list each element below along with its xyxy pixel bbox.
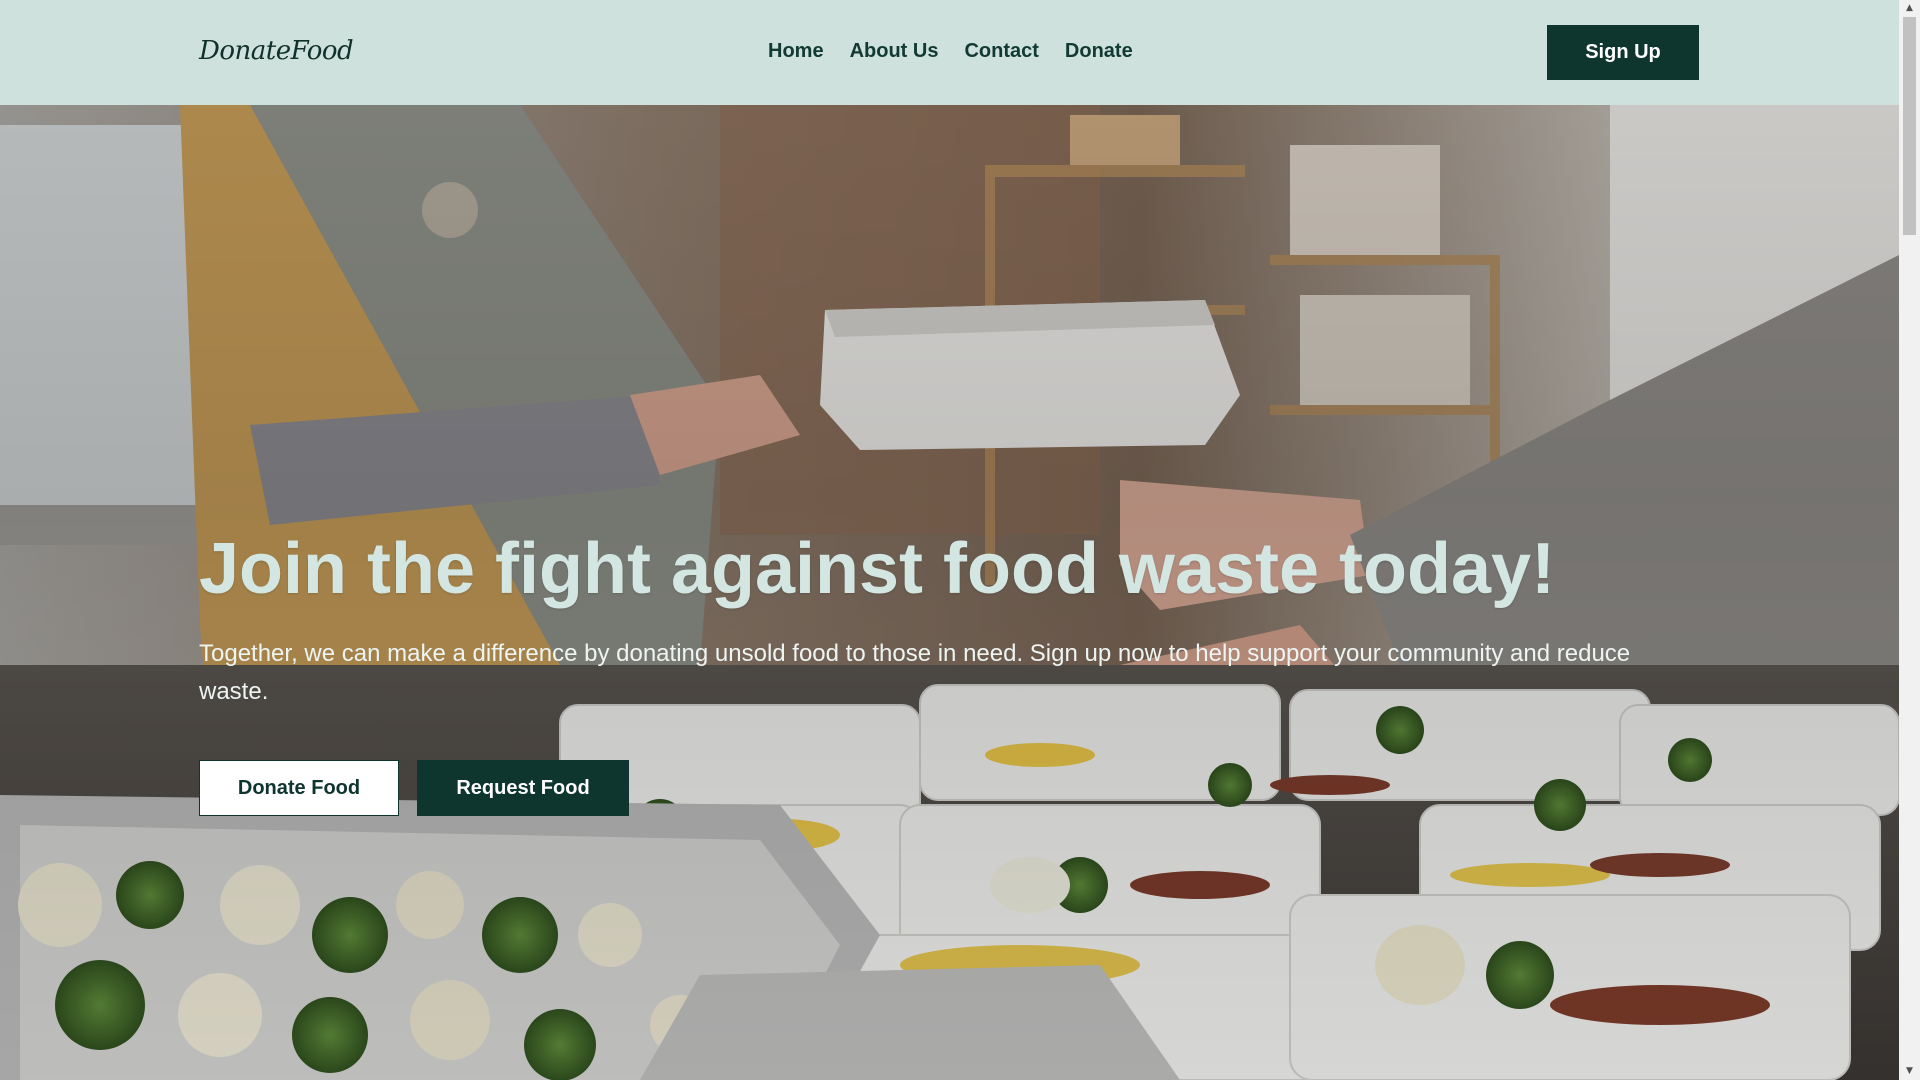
nav-link-donate[interactable]: Donate (1065, 40, 1133, 63)
vertical-scrollbar[interactable]: ▲ ▼ (1899, 0, 1920, 1080)
triangle-down-icon[interactable]: ▼ (1899, 1063, 1920, 1080)
nav-link-about-us[interactable]: About Us (850, 40, 939, 63)
donate-food-button[interactable]: Donate Food (199, 760, 399, 816)
hero-subtitle: Together, we can make a difference by do… (199, 640, 1631, 705)
nav-links: Home About Us Contact Donate (768, 40, 1133, 63)
nav-link-contact[interactable]: Contact (964, 40, 1038, 63)
hero-title: Join the fight against food waste today! (199, 529, 1556, 609)
nav-link-home[interactable]: Home (768, 40, 824, 63)
triangle-up-icon[interactable]: ▲ (1899, 0, 1920, 17)
page: DonateFood Home About Us Contact Donate … (0, 0, 1920, 1080)
scrollbar-thumb[interactable] (1903, 17, 1916, 235)
hero-section: Join the fight against food waste today!… (0, 105, 1899, 1080)
navbar: DonateFood Home About Us Contact Donate … (0, 0, 1899, 105)
request-food-button[interactable]: Request Food (417, 760, 629, 816)
sign-up-button[interactable]: Sign Up (1547, 25, 1699, 80)
site-logo[interactable]: DonateFood (199, 36, 354, 66)
